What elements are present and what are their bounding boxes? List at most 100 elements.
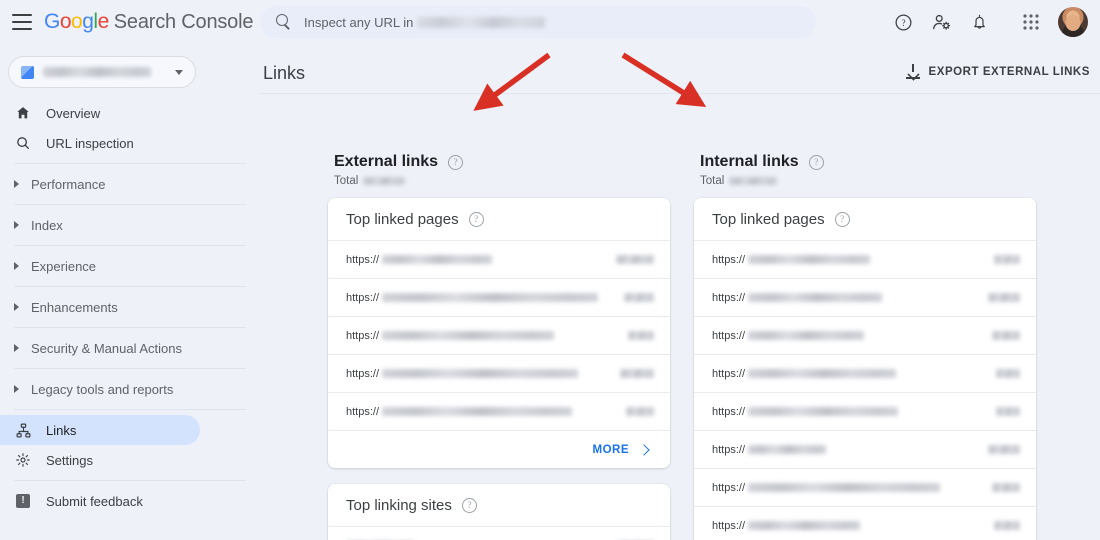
sidebar-group-label: Security & Manual Actions	[31, 340, 183, 356]
sidebar-group-index[interactable]: Index	[0, 210, 258, 240]
help-circle-icon[interactable]: ?	[468, 212, 484, 227]
row-count	[994, 521, 1020, 530]
sidebar-item-url-inspection[interactable]: URL inspection	[0, 128, 200, 158]
row-count	[992, 483, 1020, 492]
redacted-property-name	[417, 16, 546, 28]
sidebar-group-label: Index	[31, 217, 63, 233]
sidebar-item-label: Submit feedback	[46, 493, 143, 509]
row-url: https://	[712, 444, 827, 456]
card-title-text: Top linked pages	[712, 211, 825, 228]
table-row[interactable]: https://	[694, 316, 1036, 354]
row-count	[624, 293, 654, 302]
sidebar-group-legacy-tools[interactable]: Legacy tools and reports	[0, 374, 258, 404]
sidebar-item-label: Settings	[46, 452, 93, 468]
divider	[14, 245, 246, 246]
url-inspection-search-bar[interactable]: Inspect any URL in	[260, 6, 816, 38]
feedback-icon	[14, 492, 32, 510]
redacted-count	[988, 293, 1020, 302]
table-row[interactable]: https://	[328, 392, 670, 430]
row-url: https://	[346, 254, 493, 266]
hamburger-menu-icon[interactable]	[12, 14, 32, 30]
redacted-count	[992, 483, 1020, 492]
sidebar-group-security-manual-actions[interactable]: Security & Manual Actions	[0, 333, 258, 363]
expand-triangle-icon	[14, 385, 19, 393]
card-top-linked-pages-external: Top linked pages ? https:// https:// htt…	[328, 198, 670, 468]
table-row[interactable]: https://	[694, 506, 1036, 540]
top-bar: Google Search Console Inspect any URL in…	[0, 0, 1100, 44]
sidebar-item-overview[interactable]: Overview	[0, 98, 200, 128]
more-label: MORE	[592, 443, 629, 456]
row-count	[994, 255, 1020, 264]
expand-triangle-icon	[14, 344, 19, 352]
table-row[interactable]	[328, 526, 670, 540]
divider	[14, 409, 246, 410]
notifications-bell-icon[interactable]	[962, 5, 996, 39]
apps-grid-icon[interactable]	[1014, 5, 1048, 39]
home-icon	[14, 104, 32, 122]
page-title: Links	[263, 63, 306, 83]
table-row[interactable]: https://	[694, 392, 1036, 430]
divider	[14, 163, 246, 164]
row-count	[628, 331, 654, 340]
chevron-right-icon	[638, 443, 650, 456]
table-row[interactable]: https://	[328, 316, 670, 354]
total-label: Total	[334, 175, 359, 187]
sidebar-group-label: Performance	[31, 176, 106, 192]
divider	[14, 286, 246, 287]
expand-triangle-icon	[14, 303, 19, 311]
avatar[interactable]	[1058, 7, 1088, 37]
sidebar: Overview URL inspection Performance Inde…	[0, 44, 258, 540]
redacted-count	[988, 445, 1020, 454]
help-circle-icon[interactable]: ?	[808, 154, 824, 170]
google-wordmark: Google	[44, 10, 109, 33]
table-row[interactable]: https://	[694, 240, 1036, 278]
sidebar-group-performance[interactable]: Performance	[0, 169, 258, 199]
redacted-url	[382, 293, 599, 302]
help-circle-icon[interactable]: ?	[834, 212, 850, 227]
sidebar-group-enhancements[interactable]: Enhancements	[0, 292, 258, 322]
sidebar-group-label: Experience	[31, 258, 97, 274]
external-links-total: Total	[328, 175, 670, 187]
sidebar-item-links[interactable]: Links	[0, 415, 200, 445]
sidebar-group-experience[interactable]: Experience	[0, 251, 258, 281]
row-count	[996, 369, 1020, 378]
redacted-count	[996, 369, 1020, 378]
user-settings-icon[interactable]	[924, 5, 958, 39]
internal-links-heading: Internal links ?	[694, 153, 1036, 171]
card-header: Top linking sites ?	[328, 484, 670, 526]
table-row[interactable]: https://	[328, 278, 670, 316]
redacted-count	[996, 407, 1020, 416]
redacted-url	[382, 407, 573, 416]
export-external-links-button[interactable]: EXPORT EXTERNAL LINKS	[905, 64, 1091, 79]
sidebar-group-label: Enhancements	[31, 299, 118, 315]
top-bar-actions: ?	[886, 0, 1092, 44]
row-url: https://	[346, 330, 555, 342]
redacted-url	[748, 445, 827, 454]
internal-links-column: Internal links ? Total Top linked pages …	[694, 153, 1036, 540]
table-row[interactable]: https://	[694, 468, 1036, 506]
row-count	[992, 331, 1020, 340]
table-row[interactable]: https://	[694, 430, 1036, 468]
row-url: https://	[346, 368, 579, 380]
redacted-count	[616, 255, 654, 264]
table-row[interactable]: https://	[328, 354, 670, 392]
property-selector[interactable]	[8, 56, 196, 88]
redacted-url	[748, 521, 861, 530]
sidebar-item-settings[interactable]: Settings	[0, 445, 200, 475]
sidebar-item-submit-feedback[interactable]: Submit feedback	[0, 486, 200, 516]
more-button[interactable]: MORE	[328, 430, 670, 468]
redacted-count	[994, 521, 1020, 530]
divider	[14, 480, 246, 481]
redacted-property-label	[43, 67, 151, 77]
table-row[interactable]: https://	[328, 240, 670, 278]
table-row[interactable]: https://	[694, 354, 1036, 392]
table-row[interactable]: https://	[694, 278, 1036, 316]
help-circle-icon[interactable]: ?	[448, 154, 464, 170]
export-button-label: EXPORT EXTERNAL LINKS	[928, 65, 1090, 78]
site-favicon-icon	[21, 65, 34, 79]
row-url: https://	[712, 330, 865, 342]
help-circle-icon[interactable]: ?	[461, 498, 477, 513]
redacted-url	[748, 483, 941, 492]
redacted-url	[748, 255, 871, 264]
help-icon[interactable]: ?	[886, 5, 920, 39]
